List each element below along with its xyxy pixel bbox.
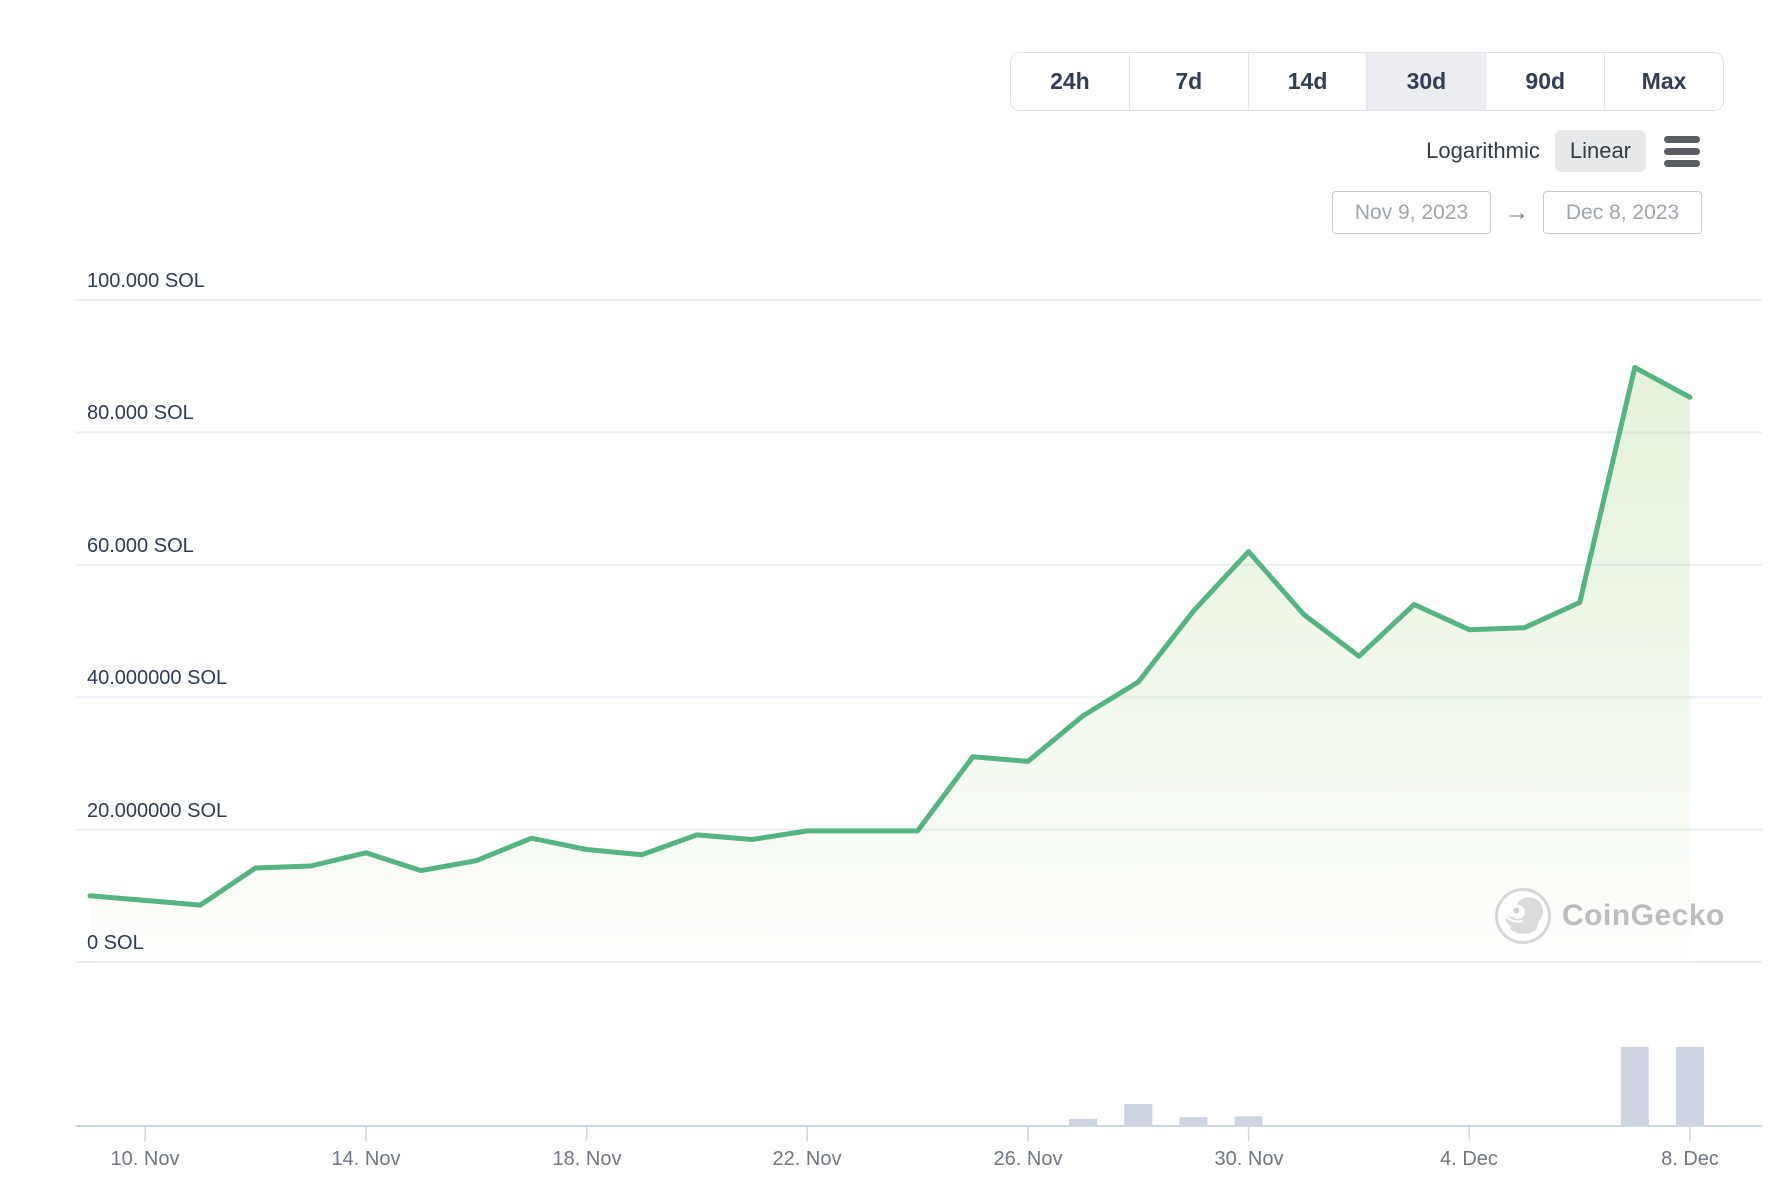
volume-bar [1069, 1119, 1097, 1125]
volume-bar [1179, 1117, 1207, 1125]
x-axis-label: 10. Nov [80, 1148, 210, 1171]
y-axis-label: 100.000 SOL [87, 270, 205, 293]
coingecko-logo-icon [1494, 887, 1552, 945]
x-axis-label: 4. Dec [1404, 1148, 1534, 1171]
coingecko-watermark: CoinGecko [1494, 887, 1725, 945]
x-axis [75, 1126, 1762, 1141]
price-area-fill [90, 368, 1690, 963]
x-axis-label: 22. Nov [742, 1148, 872, 1171]
price-chart[interactable] [0, 0, 1768, 1188]
y-axis-label: 60.000 SOL [87, 535, 194, 558]
x-axis-label: 18. Nov [522, 1148, 652, 1171]
volume-bar [1676, 1047, 1704, 1125]
y-axis-label: 80.000 SOL [87, 402, 194, 425]
watermark-text: CoinGecko [1562, 899, 1725, 933]
x-axis-label: 14. Nov [301, 1148, 431, 1171]
volume-bar [1235, 1116, 1263, 1125]
x-axis-label: 30. Nov [1184, 1148, 1314, 1171]
y-axis-label: 0 SOL [87, 932, 144, 955]
volume-bar [1124, 1104, 1152, 1125]
volume-bar [1621, 1047, 1649, 1125]
y-axis-label: 40.000000 SOL [87, 667, 227, 690]
x-axis-label: 26. Nov [963, 1148, 1093, 1171]
x-axis-label: 8. Dec [1625, 1148, 1755, 1171]
y-axis-label: 20.000000 SOL [87, 800, 227, 823]
volume-bars [1069, 1047, 1704, 1125]
